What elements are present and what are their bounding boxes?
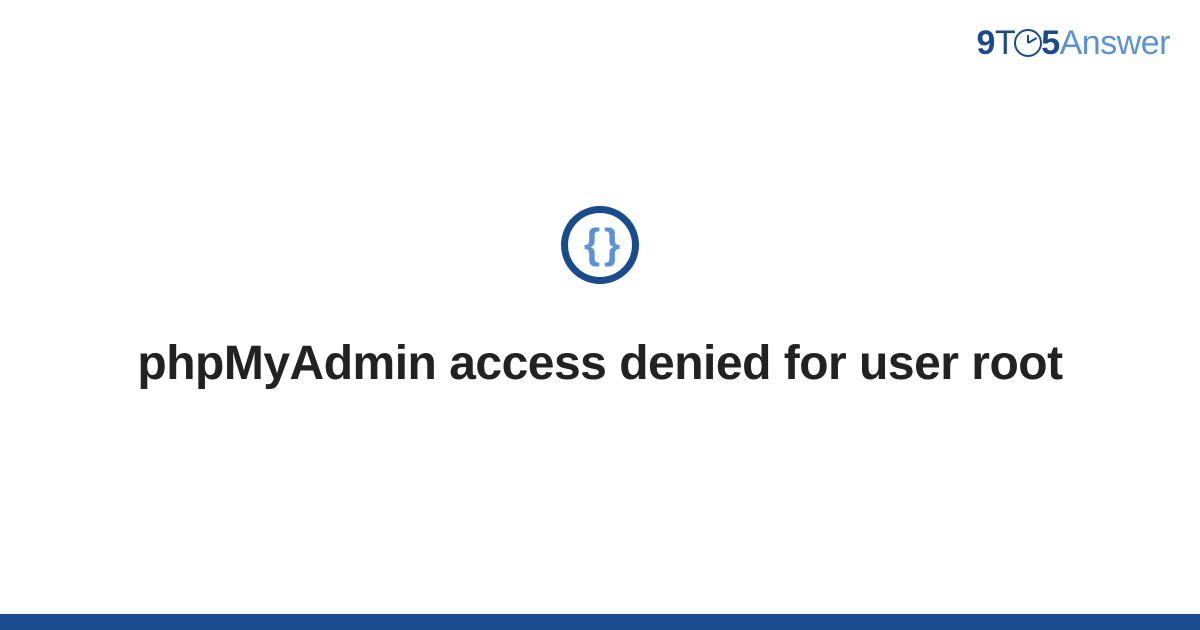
page-title: phpMyAdmin access denied for user root — [60, 334, 1140, 394]
code-braces-icon: { } — [584, 223, 616, 265]
brand-nine: 9 — [977, 24, 995, 62]
brand-five: 5 — [1041, 24, 1059, 62]
bottom-accent-bar — [0, 614, 1200, 630]
brand-answer: Answer — [1060, 24, 1170, 62]
main-content: { } phpMyAdmin access denied for user ro… — [0, 206, 1200, 394]
brand-t: T — [995, 24, 1015, 62]
category-icon-circle: { } — [561, 206, 639, 284]
brand-logo: 9T5Answer — [977, 24, 1171, 63]
clock-icon — [1014, 29, 1042, 57]
